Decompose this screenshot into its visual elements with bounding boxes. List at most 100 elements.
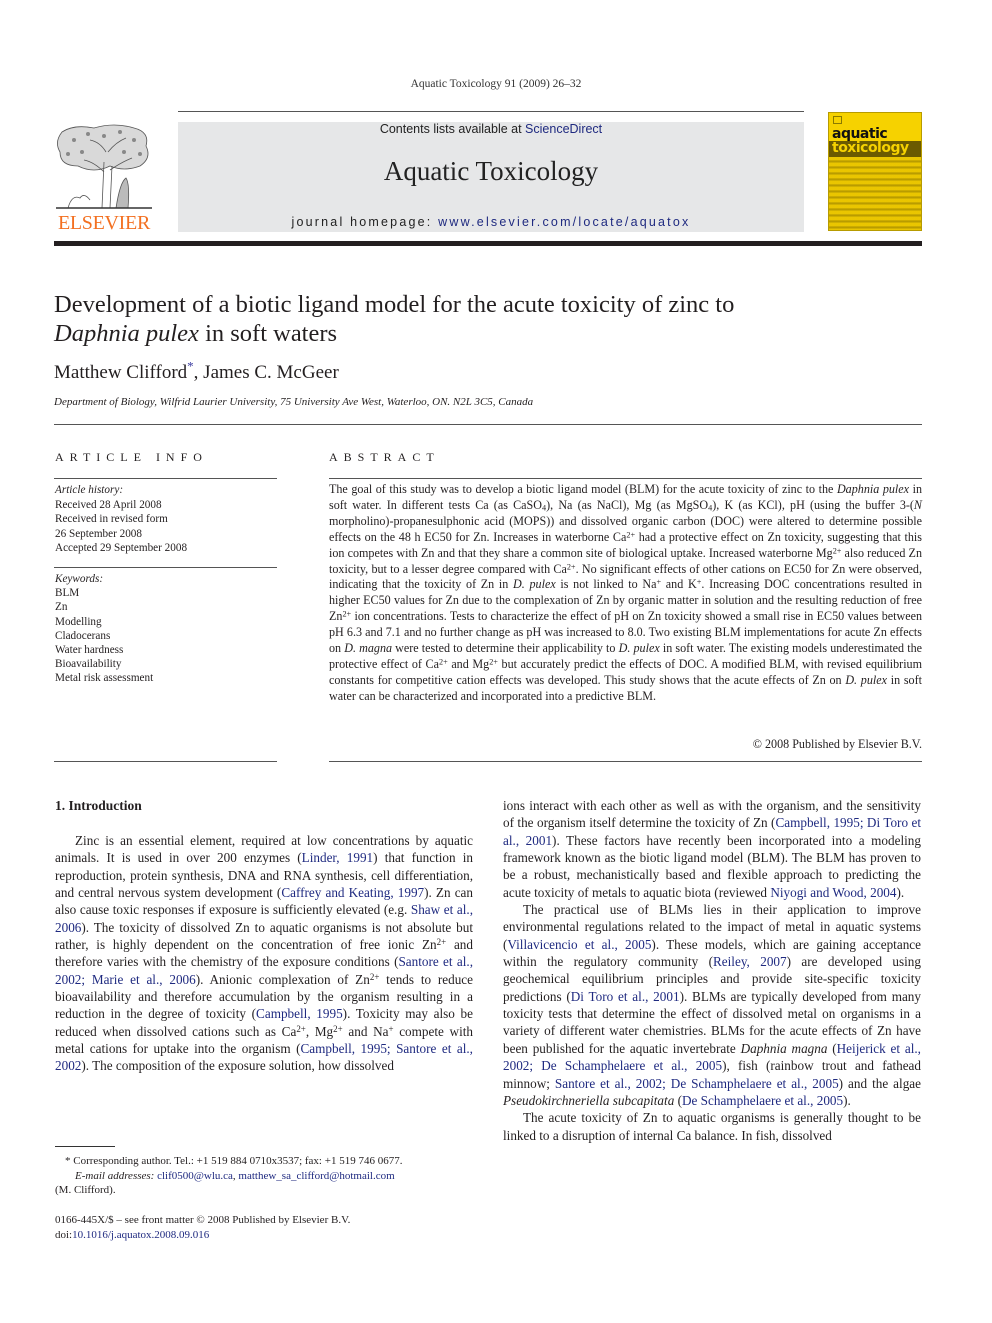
email-link[interactable]: clif0500@wlu.ca [157, 1170, 233, 1182]
history-item: Accepted 29 September 2008 [55, 542, 188, 555]
author-name[interactable]: Matthew Clifford [54, 362, 187, 383]
text: ). [896, 884, 905, 900]
sciencedirect-link[interactable]: ScienceDirect [525, 122, 602, 136]
footnote-rule [55, 1146, 115, 1147]
abstract-heading: ABSTRACT [329, 450, 440, 464]
keywords-list: Keywords: BLM Zn Modelling Cladocerans W… [55, 572, 153, 686]
keyword: Water hardness [55, 644, 124, 657]
section-heading-introduction: 1. Introduction [55, 798, 142, 813]
text: and K [661, 577, 697, 592]
divider [54, 761, 277, 762]
superscript: 2+ [369, 971, 380, 982]
text: ). The composition of the exposure solut… [81, 1058, 394, 1074]
citation-link[interactable]: De Schamphelaere et al., 2005 [682, 1093, 843, 1108]
keyword: Modelling [55, 615, 102, 628]
text: The acute toxicity of Zn to aquatic orga… [503, 1110, 921, 1143]
text: ). The toxicity of dissolved Zn to aquat… [55, 919, 473, 953]
superscript: 2+ [333, 1023, 343, 1034]
doi-line: doi:10.1016/j.aquatox.2008.09.016 [55, 1228, 350, 1243]
keyword: Bioavailability [55, 658, 122, 671]
title-text-1: Development of a biotic ligand model for… [54, 291, 735, 318]
article-info-heading: ARTICLE INFO [55, 450, 208, 464]
masthead-top-rule [178, 111, 804, 112]
email-label: E-mail addresses: [75, 1169, 155, 1182]
contents-line: Contents lists available at ScienceDirec… [178, 122, 804, 136]
article-history: Article history: Received 28 April 2008 … [55, 483, 187, 556]
text: ), Na (as NaCl), Mg (as MgSO [546, 497, 709, 512]
citation-link[interactable]: Di Toro et al., 2001 [571, 989, 680, 1004]
citation-link[interactable]: Reiley, 2007 [713, 954, 787, 969]
citation-link[interactable]: Villavicencio et al., 2005 [507, 937, 651, 952]
superscript: 2+ [566, 561, 576, 571]
italic-text: N [913, 497, 922, 512]
author-name[interactable]: James C. McGeer [203, 362, 339, 383]
abstract-copyright: © 2008 Published by Elsevier B.V. [752, 737, 922, 751]
text: , Mg [305, 1023, 334, 1039]
paragraph: The acute toxicity of Zn to aquatic orga… [503, 1109, 921, 1144]
species-name: D. pulex [513, 577, 556, 592]
species-name: D. pulex [618, 641, 660, 656]
elsevier-wordmark: ELSEVIER [57, 212, 151, 234]
superscript: 2+ [626, 530, 636, 540]
text: ) and the algae [838, 1075, 921, 1091]
species-name: D. pulex [845, 672, 887, 687]
citation-link[interactable]: Campbell, 1995 [256, 1006, 343, 1021]
text: is not linked to Na [555, 577, 657, 592]
journal-homepage-line: journal homepage: www.elsevier.com/locat… [178, 215, 804, 229]
text: were tested to determine their applicabi… [392, 641, 619, 656]
superscript: 2+ [296, 1023, 306, 1034]
superscript: 2+ [436, 937, 447, 948]
superscript: 2+ [342, 609, 352, 619]
keywords-label: Keywords: [55, 573, 104, 585]
masthead-thick-rule [54, 241, 922, 246]
species-name: Pseudokirchneriella subcapitata [503, 1092, 675, 1108]
paragraph: Zinc is an essential element, required a… [55, 832, 473, 1075]
text: Corresponding author. Tel.: +1 519 884 0… [70, 1155, 403, 1167]
corresponding-author-footnote: * Corresponding author. Tel.: +1 519 884… [55, 1154, 485, 1169]
doi-label: doi: [55, 1228, 73, 1241]
journal-title: Aquatic Toxicology [383, 156, 599, 186]
contents-prefix: Contents lists available at [379, 122, 526, 136]
article-history-label: Article history: [55, 484, 124, 496]
email-footnote: E-mail addresses: clif0500@wlu.ca, matth… [55, 1169, 485, 1184]
email-link[interactable]: matthew_sa_clifford@hotmail.com [238, 1170, 394, 1182]
footnotes: * Corresponding author. Tel.: +1 519 884… [55, 1154, 485, 1198]
front-matter: 0166-445X/$ – see front matter © 2008 Pu… [55, 1213, 350, 1242]
history-item: 26 September 2008 [55, 527, 142, 540]
text: The goal of this study was to develop a … [329, 482, 837, 496]
citation-link[interactable]: Niyogi and Wood, 2004 [770, 885, 896, 900]
species-name: Daphnia magna [740, 1040, 828, 1056]
text: ( [827, 1040, 837, 1056]
cover-elsevier-mini-logo-icon [833, 116, 842, 124]
divider [54, 567, 277, 568]
front-matter-copyright: 0166-445X/$ – see front matter © 2008 Pu… [55, 1214, 351, 1226]
title-species: Daphnia pulex [54, 320, 199, 347]
title-text-2: in soft waters [198, 320, 338, 347]
history-item: Received in revised form [55, 513, 168, 526]
journal-cover-thumbnail[interactable]: aquatic toxicology [828, 112, 922, 231]
homepage-prefix: journal homepage: [291, 215, 439, 229]
divider [329, 478, 922, 479]
author-list: Matthew Clifford*, James C. McGeer [54, 360, 339, 384]
article-title: Development of a biotic ligand model for… [54, 290, 774, 348]
abstract-text: The goal of this study was to develop a … [329, 482, 922, 705]
journal-homepage-link[interactable]: www.elsevier.com/locate/aquatox [438, 215, 690, 229]
keyword: Metal risk assessment [55, 672, 154, 685]
paragraph: The practical use of BLMs lies in their … [503, 901, 921, 1109]
superscript: 2+ [489, 657, 498, 667]
text: ( [674, 1092, 682, 1108]
author-separator: , [193, 362, 204, 383]
keyword: Cladocerans [55, 629, 111, 642]
divider [54, 478, 277, 479]
cover-title-line2: toxicology [832, 140, 909, 156]
divider [329, 761, 922, 762]
text: ). [843, 1092, 851, 1108]
citation-link[interactable]: Santore et al., 2002; De Schamphelaere e… [555, 1076, 839, 1091]
email-owner: (M. Clifford). [55, 1184, 116, 1197]
text: and Na [342, 1023, 389, 1039]
body-column-right: ions interact with each other as well as… [503, 797, 921, 1144]
citation-link[interactable]: Linder, 1991 [302, 850, 373, 865]
body-column-left: Zinc is an essential element, required a… [55, 832, 473, 1075]
doi-link[interactable]: 10.1016/j.aquatox.2008.09.016 [72, 1229, 209, 1241]
citation-link[interactable]: Caffrey and Keating, 1997 [281, 885, 424, 900]
